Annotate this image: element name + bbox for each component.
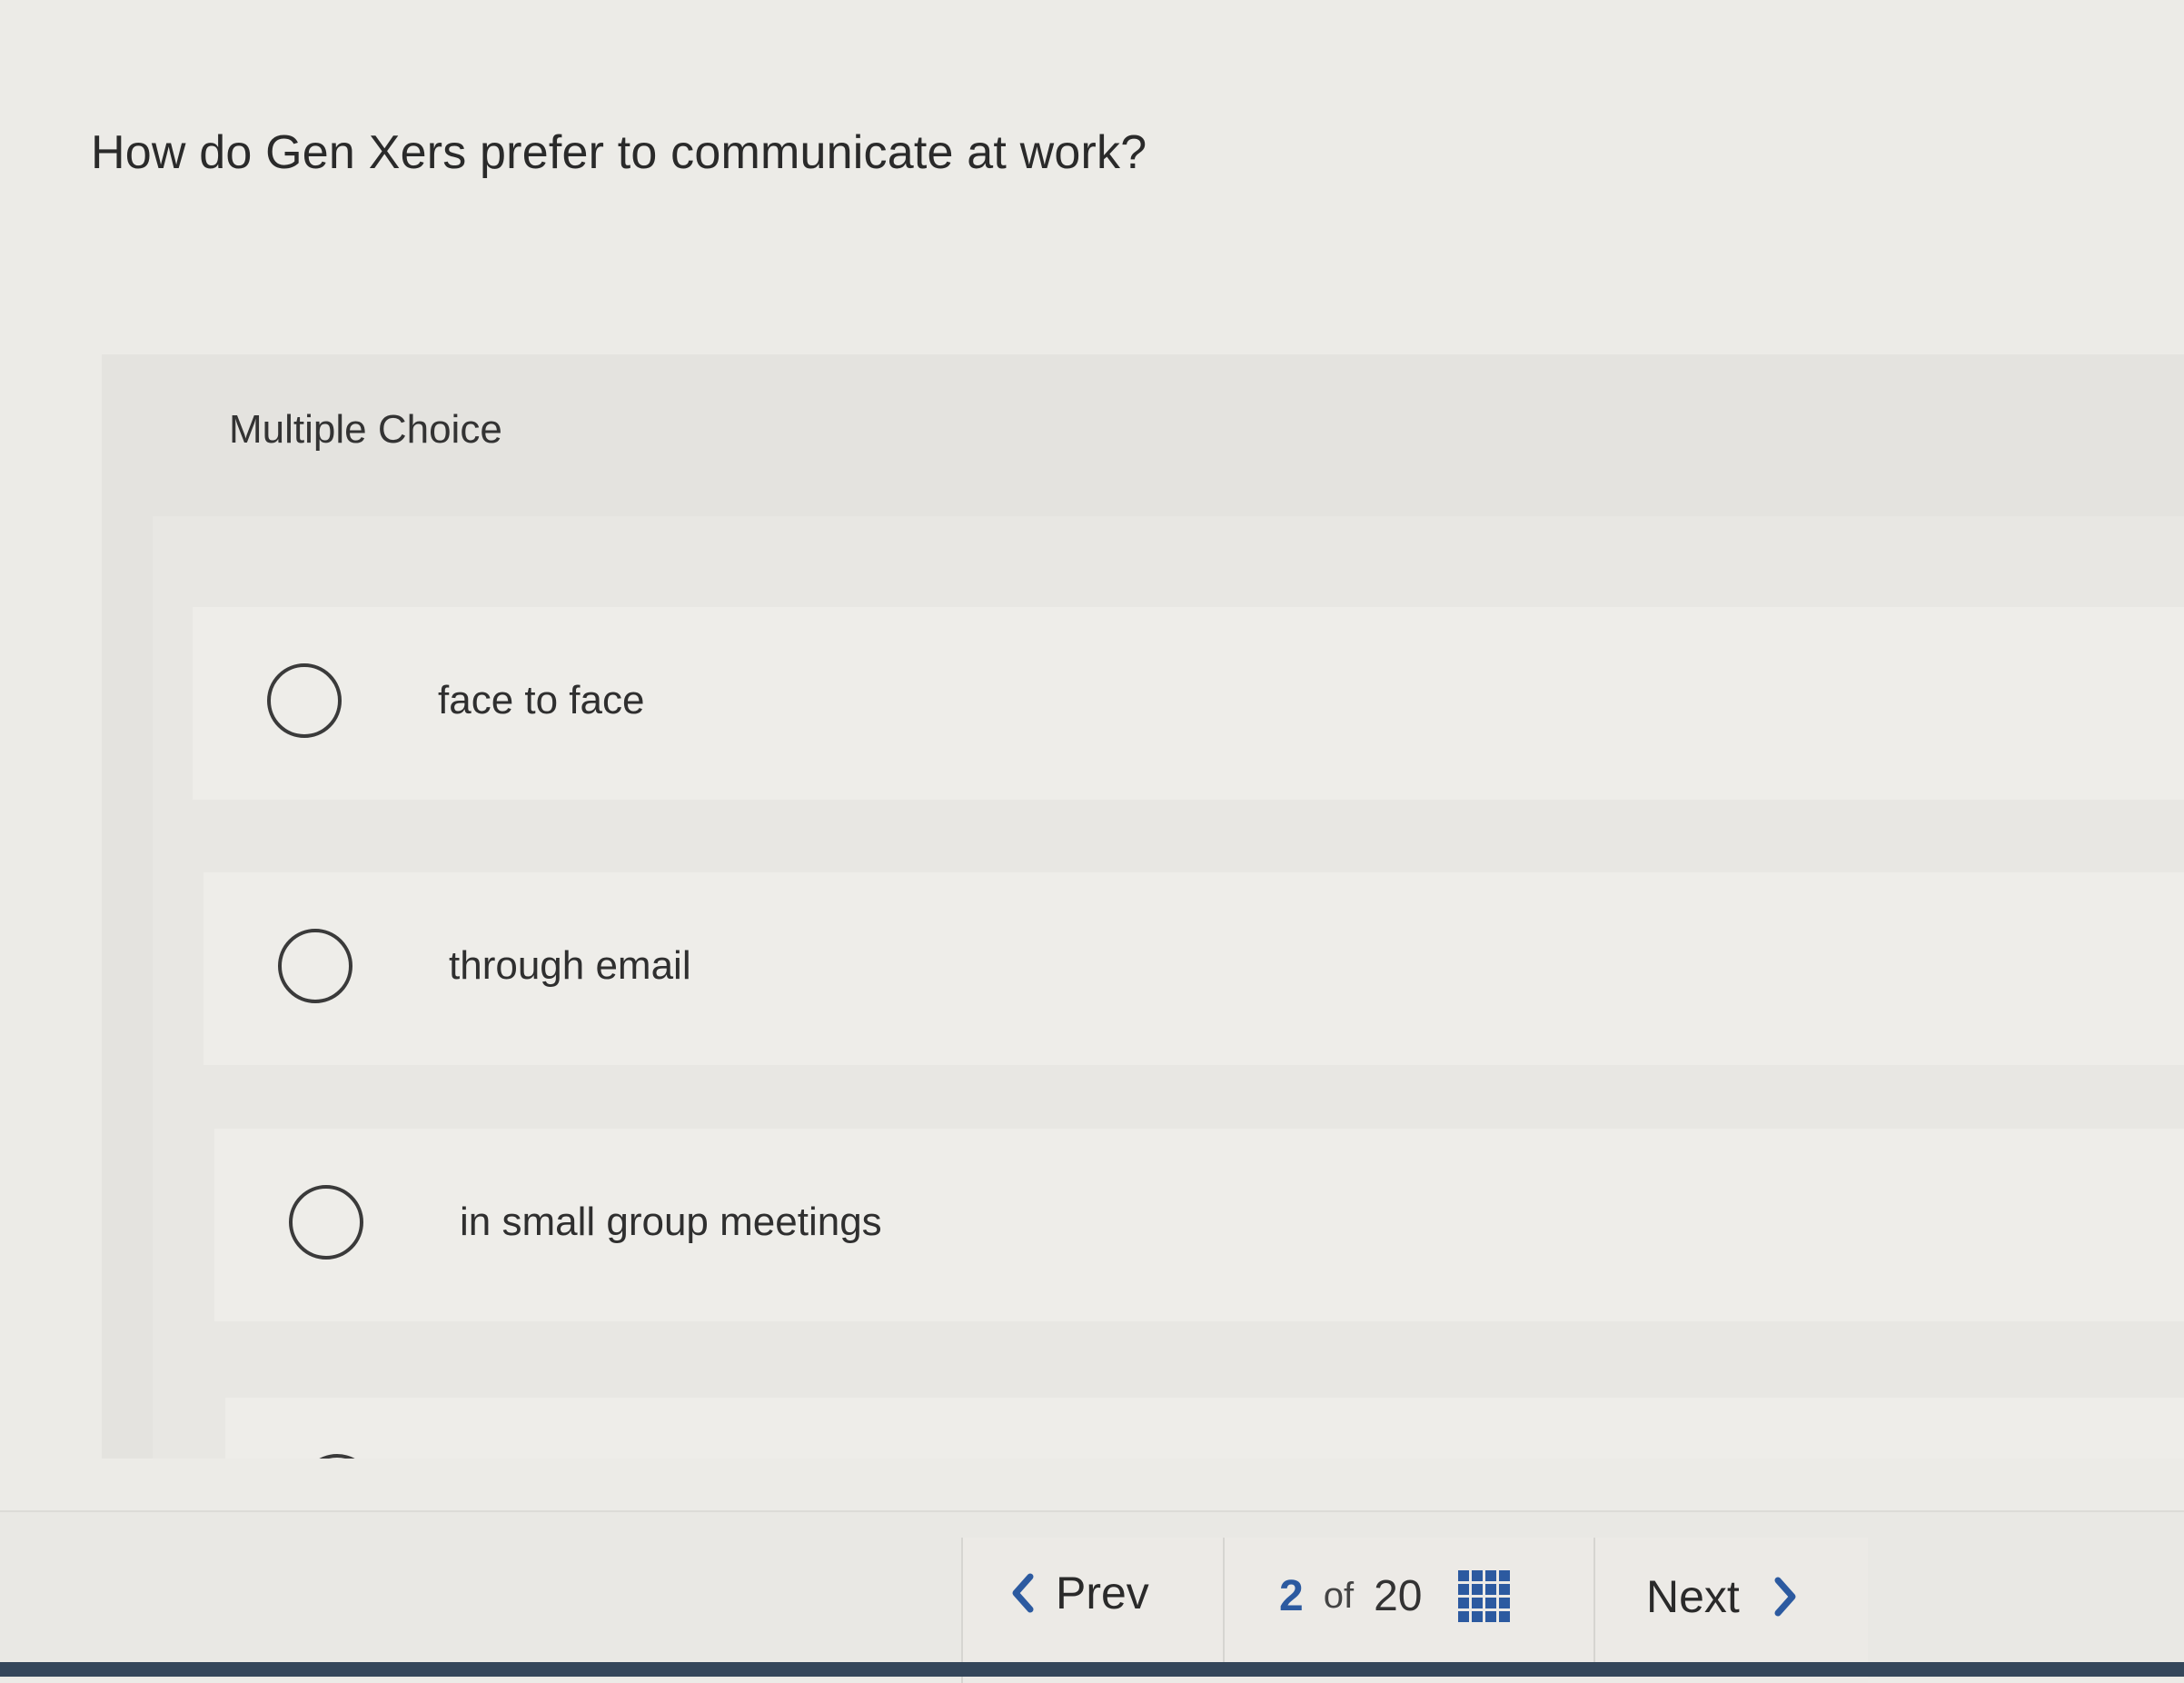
chevron-left-icon [1012, 1573, 1034, 1613]
current-page: 2 [1279, 1572, 1304, 1620]
answer-option-label: in small group meetings [460, 1200, 882, 1244]
of-label: of [1323, 1576, 1355, 1616]
question-panel: Multiple Choice face to face through ema… [102, 354, 2184, 1459]
radio-button[interactable] [289, 1185, 363, 1260]
divider [1223, 1538, 1225, 1665]
bottom-strip [0, 1662, 2184, 1677]
prev-label: Prev [1056, 1568, 1149, 1618]
total-pages: 20 [1374, 1572, 1423, 1620]
answer-option-1[interactable]: face to face [193, 607, 2184, 800]
answer-option-2[interactable]: through email [204, 872, 2184, 1065]
chevron-right-icon [1774, 1577, 1796, 1617]
grid-icon[interactable] [1458, 1570, 1511, 1622]
radio-button[interactable] [278, 929, 352, 1003]
radio-button[interactable] [300, 1454, 374, 1459]
answer-option-4[interactable] [225, 1398, 2184, 1459]
answer-option-label: face to face [438, 678, 645, 722]
next-label: Next [1646, 1571, 1740, 1622]
question-text: How do Gen Xers prefer to communicate at… [91, 126, 1147, 179]
page-indicator: 2 of 20 [1279, 1570, 1511, 1622]
radio-button[interactable] [267, 663, 342, 738]
answer-option-3[interactable]: in small group meetings [214, 1129, 2184, 1321]
prev-button[interactable]: Prev [1008, 1567, 1149, 1619]
answer-option-label: through email [449, 943, 691, 988]
next-button[interactable]: Next [1646, 1570, 1800, 1623]
question-type-label: Multiple Choice [229, 407, 502, 452]
divider [1593, 1538, 1595, 1665]
navigation-footer: Prev 2 of 20 Next [0, 1510, 2184, 1683]
